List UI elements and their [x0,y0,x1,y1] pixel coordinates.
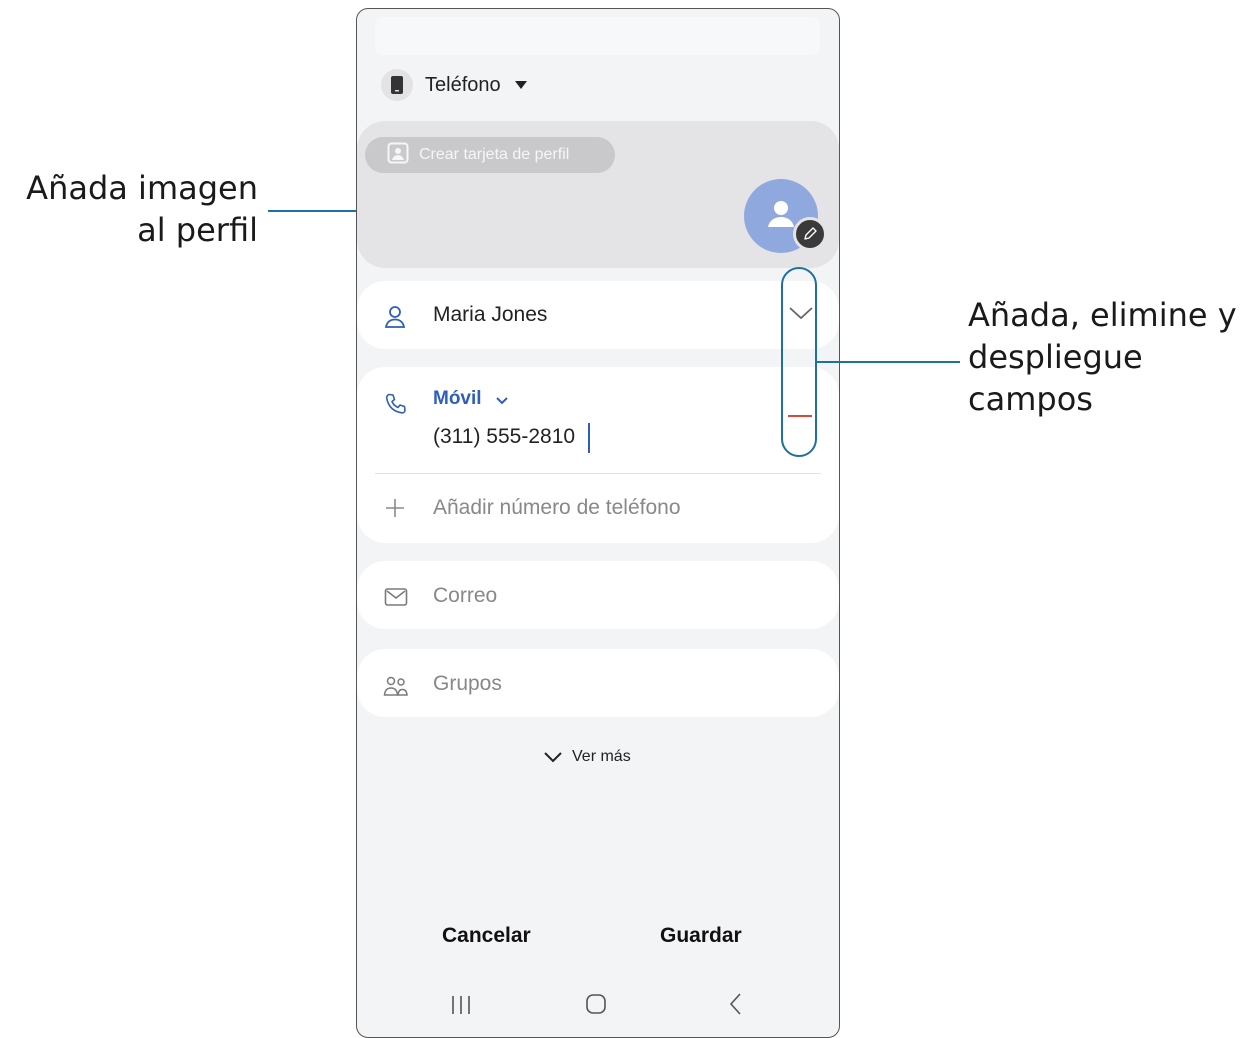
phone-card: Móvil (311) 555-2810 Añadir número de te… [357,367,839,543]
create-profile-card-label: Crear tarjeta de perfil [419,146,570,163]
callout-line-1: Añada, elimine y [968,296,1237,334]
callout-line-1: Añada imagen [26,169,258,207]
create-profile-card-button[interactable]: Crear tarjeta de perfil [365,137,615,173]
plus-icon [386,499,404,517]
see-more-label: Ver más [572,748,631,765]
phone-type-label[interactable]: Móvil [433,388,482,410]
recent-apps-icon[interactable] [449,984,473,1024]
callout-add-remove-expand-fields: Añada, elimine y despliegue campos [968,294,1253,420]
pencil-icon [804,227,817,240]
email-card: Correo [357,561,839,629]
home-icon[interactable] [584,984,608,1024]
name-card: Maria Jones [357,281,839,349]
phone-number-input[interactable]: (311) 555-2810 [433,425,575,449]
callout-leader-right [817,361,960,363]
phone-device-icon [381,69,413,101]
profile-card-icon [387,142,409,169]
callout-line-3: campos [968,380,1093,418]
add-phone-number-button[interactable]: Añadir número de teléfono [433,496,681,520]
save-button[interactable]: Guardar [660,924,742,948]
callout-line-2: despliegue [968,338,1143,376]
edit-avatar-button[interactable] [793,217,827,251]
text-cursor [588,423,590,453]
see-more-button[interactable]: Ver más [543,746,631,768]
account-label: Teléfono [425,73,501,96]
callout-line-2: al perfil [137,211,258,249]
dropdown-caret-icon [514,81,527,89]
fields-controls-highlight [781,267,817,457]
cancel-button[interactable]: Cancelar [442,924,531,948]
back-icon[interactable] [726,984,746,1024]
phone-type-chevron-icon[interactable] [495,396,509,406]
account-selector[interactable]: Teléfono [381,69,527,101]
chevron-down-icon [544,752,562,763]
divider [375,473,821,474]
groups-card: Grupos [357,649,839,717]
groups-icon [383,676,408,696]
callout-add-profile-image: Añada imagen al perfil [0,167,258,251]
email-input[interactable]: Correo [433,584,497,608]
profile-area: Crear tarjeta de perfil [357,121,839,268]
mail-icon [384,588,408,606]
groups-field[interactable]: Grupos [433,672,502,696]
top-bar [375,17,820,55]
person-outline-icon [384,306,406,328]
phone-icon [385,393,406,414]
phone-screen: Teléfono Crear tarjeta de perfil Maria J… [356,8,840,1038]
name-field[interactable]: Maria Jones [433,303,547,327]
